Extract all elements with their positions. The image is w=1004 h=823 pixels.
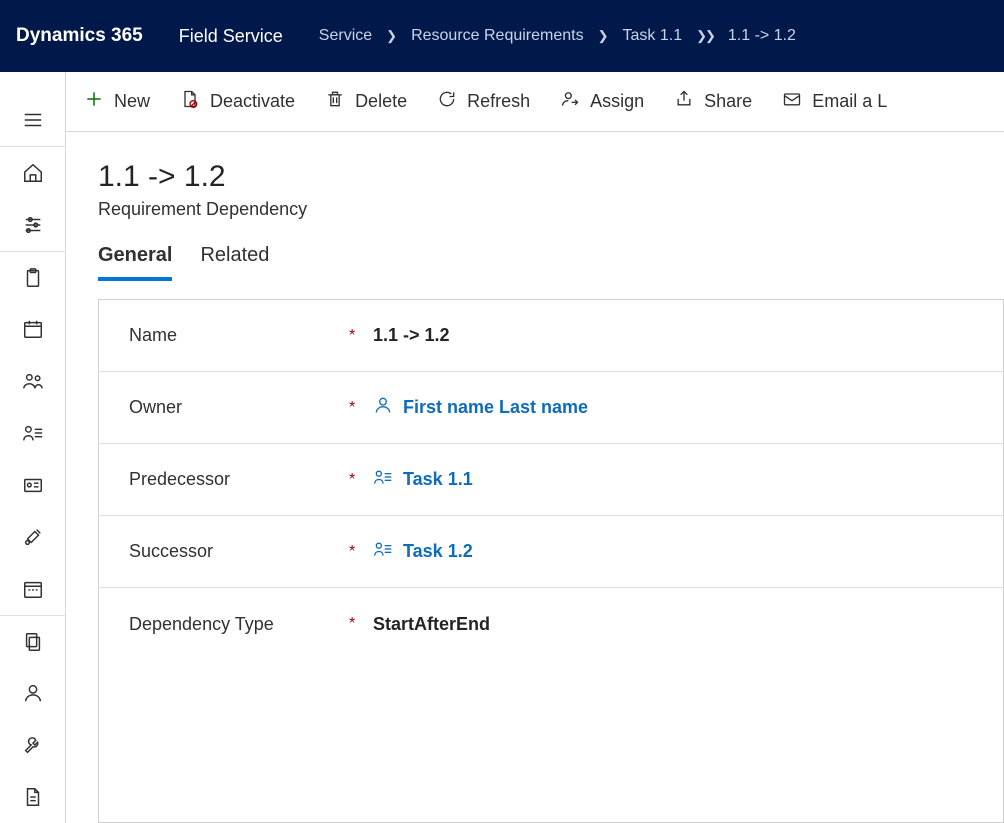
dependency-type-value: StartAfterEnd <box>373 614 490 635</box>
email-icon <box>782 89 802 114</box>
owner-value[interactable]: First name Last name <box>373 395 588 420</box>
left-rail <box>0 72 66 823</box>
predecessor-value[interactable]: Task 1.1 <box>373 467 473 492</box>
calendar-icon[interactable] <box>0 303 66 355</box>
wrench-icon[interactable] <box>0 719 66 771</box>
name-value: 1.1 -> 1.2 <box>373 325 450 346</box>
breadcrumb-item[interactable]: Task 1.1 <box>619 27 687 45</box>
delete-button[interactable]: Delete <box>325 89 407 114</box>
owner-label: Owner <box>129 397 349 418</box>
deactivate-label: Deactivate <box>210 91 295 112</box>
name-label: Name <box>129 325 349 346</box>
required-asterisk: * <box>349 543 373 561</box>
tabs: General Related <box>66 220 1004 281</box>
form-row-successor[interactable]: Successor * Task 1.2 <box>99 516 1003 588</box>
breadcrumb-current: 1.1 -> 1.2 <box>724 27 800 45</box>
app-name[interactable]: Field Service <box>179 26 283 47</box>
record-header: 1.1 -> 1.2 Requirement Dependency <box>66 132 1004 220</box>
form-card: Name * 1.1 -> 1.2 Owner * First name Las… <box>98 299 1004 823</box>
email-label: Email a L <box>812 91 887 112</box>
successor-label: Successor <box>129 541 349 562</box>
trash-icon <box>325 89 345 114</box>
chevron-right-icon: ❯ <box>380 28 403 44</box>
form-row-predecessor[interactable]: Predecessor * Task 1.1 <box>99 444 1003 516</box>
predecessor-text: Task 1.1 <box>403 469 473 490</box>
share-button[interactable]: Share <box>674 89 752 114</box>
delete-label: Delete <box>355 91 407 112</box>
person-list-icon[interactable] <box>0 407 66 459</box>
product-name: Dynamics 365 <box>16 25 143 47</box>
record-subtitle: Requirement Dependency <box>98 199 972 220</box>
share-icon <box>674 89 694 114</box>
person-list-icon <box>373 467 393 492</box>
tab-related[interactable]: Related <box>200 244 269 281</box>
clipboard-icon[interactable] <box>0 252 66 304</box>
refresh-label: Refresh <box>467 91 530 112</box>
chevron-right-icon: ❯ <box>592 28 615 44</box>
home-icon[interactable] <box>0 147 66 199</box>
breadcrumb: Service ❯ Resource Requirements ❯ Task 1… <box>315 27 800 45</box>
assign-label: Assign <box>590 91 644 112</box>
refresh-button[interactable]: Refresh <box>437 89 530 114</box>
id-card-icon[interactable] <box>0 459 66 511</box>
assign-icon <box>560 89 580 114</box>
form-row-owner[interactable]: Owner * First name Last name <box>99 372 1003 444</box>
assign-button[interactable]: Assign <box>560 89 644 114</box>
deactivate-button[interactable]: Deactivate <box>180 89 295 114</box>
plus-icon <box>84 89 104 114</box>
required-asterisk: * <box>349 327 373 345</box>
people-icon[interactable] <box>0 355 66 407</box>
owner-text: First name Last name <box>403 397 588 418</box>
successor-value[interactable]: Task 1.2 <box>373 539 473 564</box>
breadcrumb-root[interactable]: Service <box>315 27 376 45</box>
deactivate-icon <box>180 89 200 114</box>
refresh-icon <box>437 89 457 114</box>
dependency-type-label: Dependency Type <box>129 614 349 635</box>
form-row-name[interactable]: Name * 1.1 -> 1.2 <box>99 300 1003 372</box>
tools-icon[interactable] <box>0 511 66 563</box>
successor-text: Task 1.2 <box>403 541 473 562</box>
top-header: Dynamics 365 Field Service Service ❯ Res… <box>0 0 1004 72</box>
required-asterisk: * <box>349 399 373 417</box>
person-icon <box>373 395 393 420</box>
tab-general[interactable]: General <box>98 244 172 281</box>
sliders-icon[interactable] <box>0 199 66 251</box>
share-label: Share <box>704 91 752 112</box>
required-asterisk: * <box>349 471 373 489</box>
email-link-button[interactable]: Email a L <box>782 89 887 114</box>
person-list-icon <box>373 539 393 564</box>
person-icon[interactable] <box>0 667 66 719</box>
calendar2-icon[interactable] <box>0 563 66 615</box>
required-asterisk: * <box>349 615 373 633</box>
files-icon[interactable] <box>0 616 66 668</box>
breadcrumb-parent[interactable]: Resource Requirements <box>407 27 588 45</box>
hamburger-menu-button[interactable] <box>0 94 66 146</box>
new-label: New <box>114 91 150 112</box>
command-bar: New Deactivate Delete Refresh <box>66 72 1004 132</box>
record-title: 1.1 -> 1.2 <box>98 160 972 193</box>
document-icon[interactable] <box>0 771 66 823</box>
predecessor-label: Predecessor <box>129 469 349 490</box>
form-row-dependency-type[interactable]: Dependency Type * StartAfterEnd <box>99 588 1003 660</box>
new-button[interactable]: New <box>84 89 150 114</box>
chevron-double-right-icon: ❯❯ <box>690 28 720 44</box>
